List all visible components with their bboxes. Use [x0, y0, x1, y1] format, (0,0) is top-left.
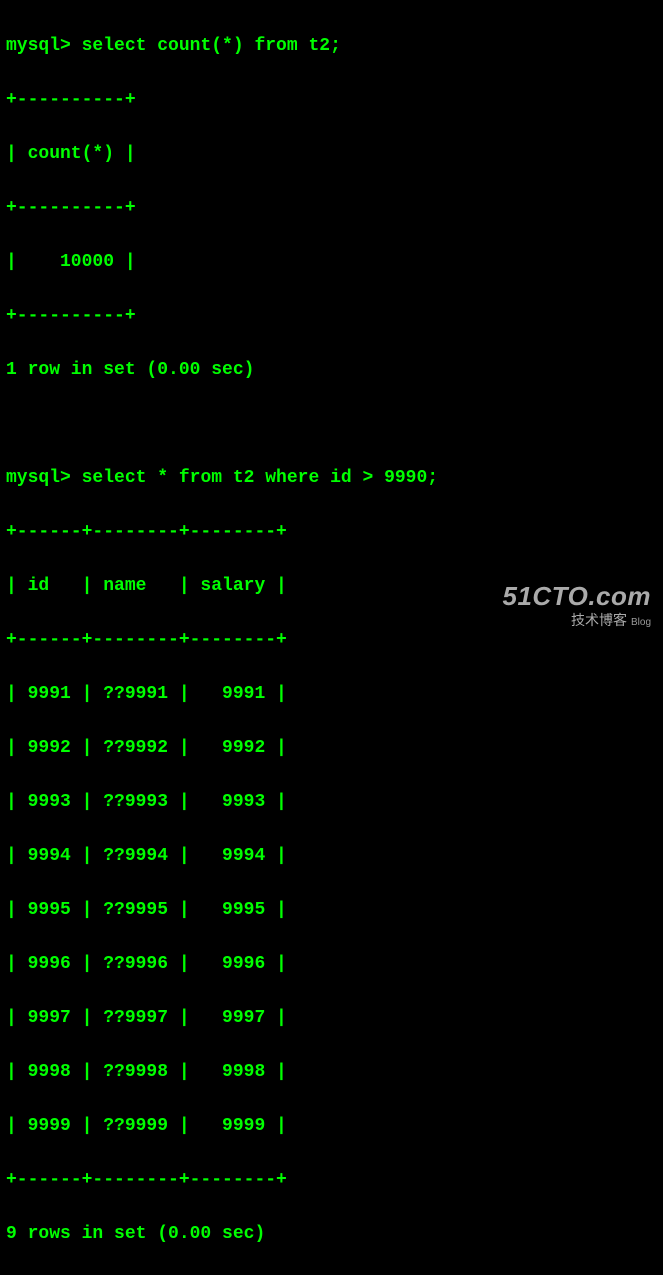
query1-border-mid: +----------+	[6, 195, 657, 222]
query1-border-bot: +----------+	[6, 303, 657, 330]
mysql-prompt: mysql>	[6, 36, 71, 56]
query2-summary: 9 rows in set (0.00 sec)	[6, 1221, 657, 1248]
table-row: | 9996 | ??9996 | 9996 |	[6, 951, 657, 978]
query1-border-top: +----------+	[6, 87, 657, 114]
query1-sql: select count(*) from t2;	[82, 36, 341, 56]
query2-border-bot: +------+--------+--------+	[6, 1167, 657, 1194]
table-row: | 9998 | ??9998 | 9998 |	[6, 1059, 657, 1086]
query1-summary: 1 row in set (0.00 sec)	[6, 357, 657, 384]
table-row: | 9995 | ??9995 | 9995 |	[6, 897, 657, 924]
table-row: | 9999 | ??9999 | 9999 |	[6, 1113, 657, 1140]
table-row: | 9991 | ??9991 | 9991 |	[6, 681, 657, 708]
query2-line: mysql> select * from t2 where id > 9990;	[6, 465, 657, 492]
table-row: | 9992 | ??9992 | 9992 |	[6, 735, 657, 762]
query2-sql: select * from t2 where id > 9990;	[82, 468, 438, 488]
table-row: | 9994 | ??9994 | 9994 |	[6, 843, 657, 870]
blank-line	[6, 411, 657, 438]
watermark-blog: Blog	[631, 617, 651, 628]
query2-border-mid: +------+--------+--------+	[6, 627, 657, 654]
watermark-main: 51CTO.com	[502, 582, 651, 611]
mysql-prompt: mysql>	[6, 468, 71, 488]
query2-border-top: +------+--------+--------+	[6, 519, 657, 546]
watermark-sub: 技术博客	[571, 612, 627, 628]
table-row: | 9997 | ??9997 | 9997 |	[6, 1005, 657, 1032]
table-row: | 9993 | ??9993 | 9993 |	[6, 789, 657, 816]
query1-line: mysql> select count(*) from t2;	[6, 33, 657, 60]
query1-header: | count(*) |	[6, 141, 657, 168]
terminal-output: mysql> select count(*) from t2; +-------…	[6, 6, 657, 1275]
query1-value: | 10000 |	[6, 249, 657, 276]
watermark: 51CTO.com 技术博客 Blog	[502, 582, 651, 630]
